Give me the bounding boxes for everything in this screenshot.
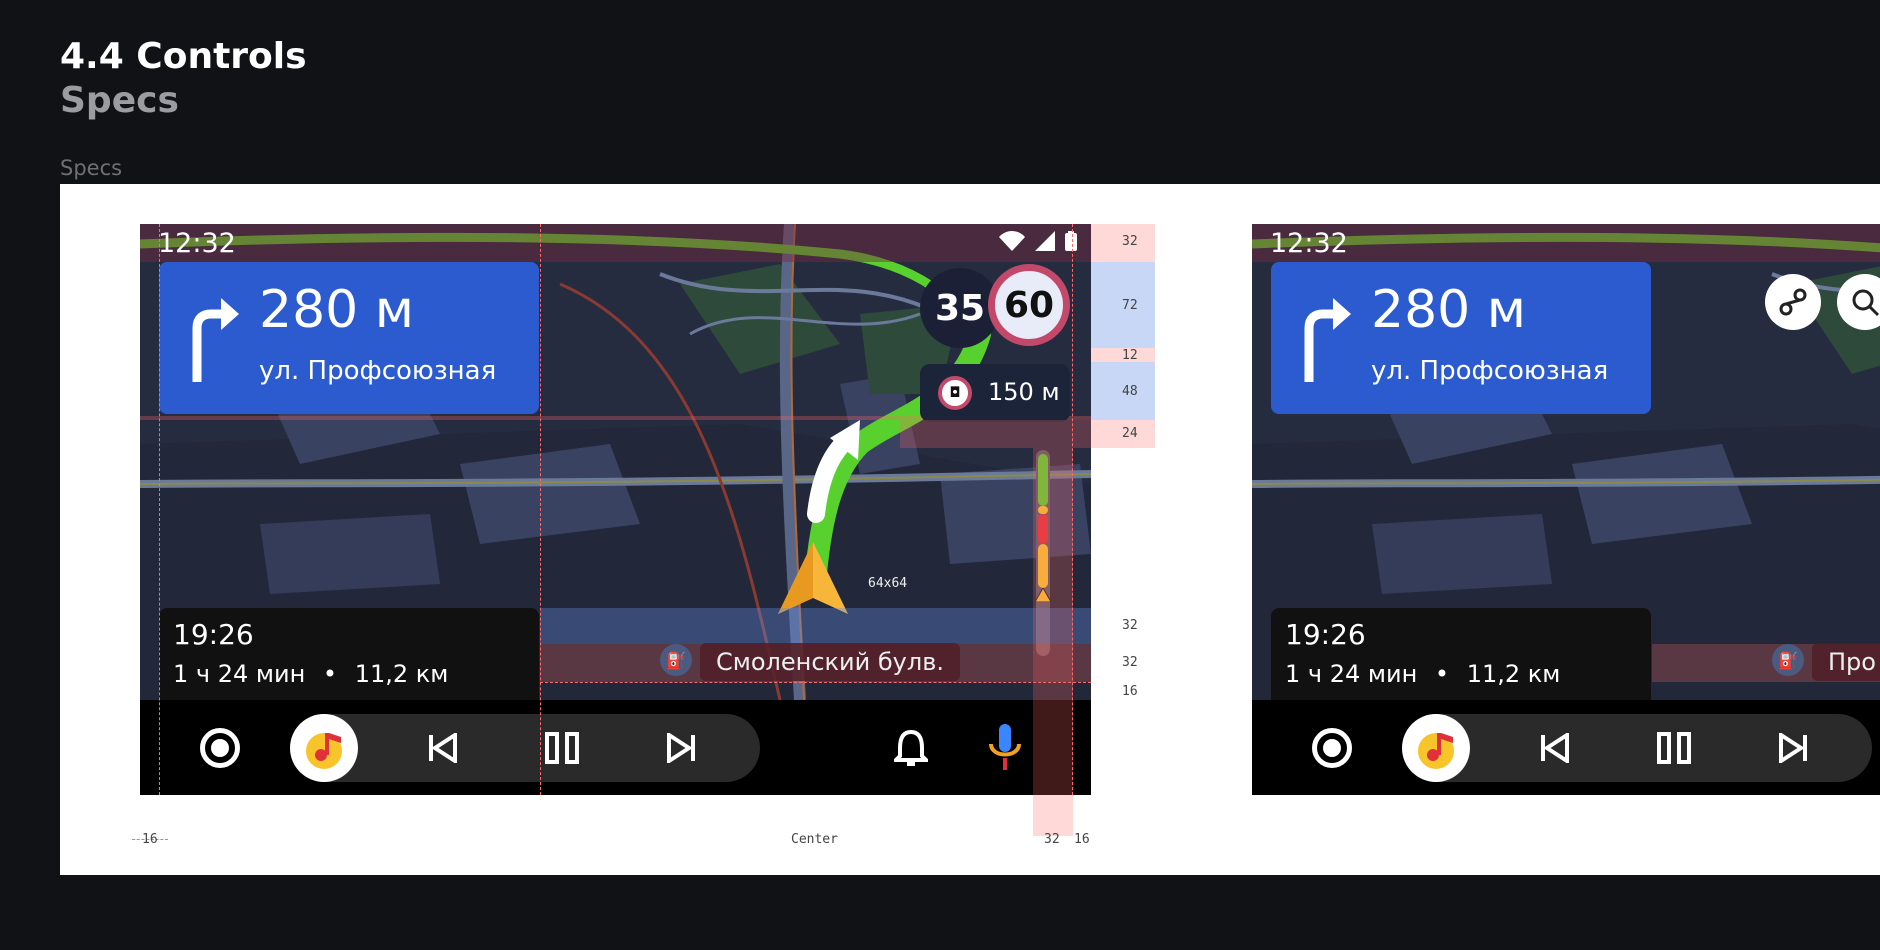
board-caption: Specs <box>60 156 123 180</box>
pause-icon <box>545 732 579 764</box>
arrival-time: 19:26 <box>1285 618 1366 651</box>
pause-button[interactable] <box>542 728 582 768</box>
cellular-icon <box>1035 231 1055 251</box>
spec-label-32-lane: 32 <box>1122 618 1138 633</box>
spec-label-32-bottom: 32 <box>1044 832 1060 847</box>
fuel-station-icon[interactable]: ⛽ <box>1772 644 1804 676</box>
maneuver-street: ул. Профсоюзная <box>1371 356 1609 386</box>
pointer-size-label: 64x64 <box>868 576 908 591</box>
maneuver-card[interactable]: 280 м ул. Профсоюзная <box>1271 262 1651 414</box>
maneuver-card[interactable]: 280 м ул. Профсоюзная <box>159 262 539 414</box>
spec-label-16-bottom: 16 <box>1074 832 1090 847</box>
status-clock: 12:32 <box>1270 228 1348 259</box>
spec-label-32: 32 <box>1122 234 1138 249</box>
music-app-icon[interactable] <box>1402 714 1470 782</box>
spec-label-48: 48 <box>1122 384 1138 399</box>
status-clock: 12:32 <box>158 228 236 259</box>
maneuver-distance: 280 м <box>259 280 415 340</box>
music-note-icon <box>1418 733 1454 769</box>
skip-next-icon <box>667 733 695 763</box>
trip-duration: 1 ч 24 мин <box>173 660 306 688</box>
status-bar <box>140 224 1091 262</box>
fuel-station-icon[interactable]: ⛽ <box>660 644 692 676</box>
spec-label-left-16: 16 <box>142 832 158 847</box>
spec-label-32-street: 32 <box>1122 655 1138 670</box>
spec-label-72: 72 <box>1122 298 1138 313</box>
trip-info: 1 ч 24 мин • 11,2 км <box>1285 660 1560 688</box>
bottom-control-bar <box>1252 700 1880 795</box>
section-subtitle: Specs <box>60 80 179 121</box>
route-options-button[interactable] <box>1765 274 1821 330</box>
bell-icon <box>891 729 931 766</box>
turn-right-arrow-icon <box>192 298 239 382</box>
section-title: 4.4 Controls <box>60 36 307 77</box>
battery-icon <box>1065 231 1077 251</box>
guide-card-edge <box>540 224 541 795</box>
spec-band-traffic-column <box>1033 448 1073 836</box>
bottom-control-bar <box>140 700 1091 795</box>
spec-label-16: 16 <box>1122 684 1138 699</box>
spec-band-24 <box>900 420 1155 448</box>
eta-card[interactable]: 19:26 1 ч 24 мин • 11,2 км <box>1271 608 1651 703</box>
turn-right-arrow-icon <box>1304 298 1351 382</box>
arrival-time: 19:26 <box>173 618 254 651</box>
guide-left-16 <box>159 224 160 795</box>
speed-limit-sign: 60 <box>988 264 1070 346</box>
speed-indicator: 35 60 <box>920 264 1070 354</box>
voice-assistant-button[interactable] <box>988 724 1022 776</box>
navigation-screen-specs: 12:32 280 м ул. Профсоюзная 35 60 ◘ 150 … <box>140 224 1091 795</box>
spec-label-12: 12 <box>1122 348 1138 363</box>
home-button[interactable] <box>1312 728 1352 768</box>
trip-separator: • <box>322 660 338 688</box>
trip-info: 1 ч 24 мин • 11,2 км <box>173 660 448 688</box>
spec-label-24: 24 <box>1122 426 1138 441</box>
current-street-label: Смоленский булв. <box>700 643 960 681</box>
current-street-label: Про <box>1812 643 1880 681</box>
trip-separator: • <box>1434 660 1450 688</box>
search-icon <box>1852 289 1880 317</box>
guide-bottom-16 <box>540 682 1091 683</box>
maneuver-street: ул. Профсоюзная <box>259 356 497 386</box>
microphone-icon <box>989 724 1021 770</box>
pause-button[interactable] <box>1654 728 1694 768</box>
skip-next-icon <box>1779 733 1807 763</box>
trip-distance: 11,2 км <box>354 660 449 688</box>
camera-icon: ◘ <box>938 376 972 410</box>
music-note-icon <box>306 733 342 769</box>
trip-distance: 11,2 км <box>1466 660 1561 688</box>
next-track-button[interactable] <box>1774 728 1814 768</box>
route-icon <box>1779 288 1807 316</box>
wifi-icon <box>999 231 1025 251</box>
navigation-screen-variant: 12:32 280 м ул. Профсоюзная ⛽ Про 19:26 … <box>1252 224 1880 795</box>
trip-duration: 1 ч 24 мин <box>1285 660 1418 688</box>
media-controls <box>290 714 760 782</box>
music-app-icon[interactable] <box>290 714 358 782</box>
notifications-button[interactable] <box>891 728 931 772</box>
pause-icon <box>1657 732 1691 764</box>
maneuver-distance: 280 м <box>1371 280 1527 340</box>
previous-track-button[interactable] <box>1534 728 1574 768</box>
skip-previous-icon <box>429 733 457 763</box>
status-icons <box>999 231 1077 251</box>
camera-distance: 150 м <box>988 378 1060 406</box>
home-button[interactable] <box>200 728 240 768</box>
speed-camera-card: ◘ 150 м <box>920 364 1070 422</box>
skip-previous-icon <box>1541 733 1569 763</box>
next-track-button[interactable] <box>662 728 702 768</box>
spec-band-lane <box>540 608 1091 644</box>
spec-board: 12:32 280 м ул. Профсоюзная 35 60 ◘ 150 … <box>60 184 1880 875</box>
eta-card[interactable]: 19:26 1 ч 24 мин • 11,2 км <box>159 608 539 703</box>
previous-track-button[interactable] <box>422 728 462 768</box>
media-controls <box>1402 714 1872 782</box>
spec-label-center: Center <box>791 832 838 847</box>
